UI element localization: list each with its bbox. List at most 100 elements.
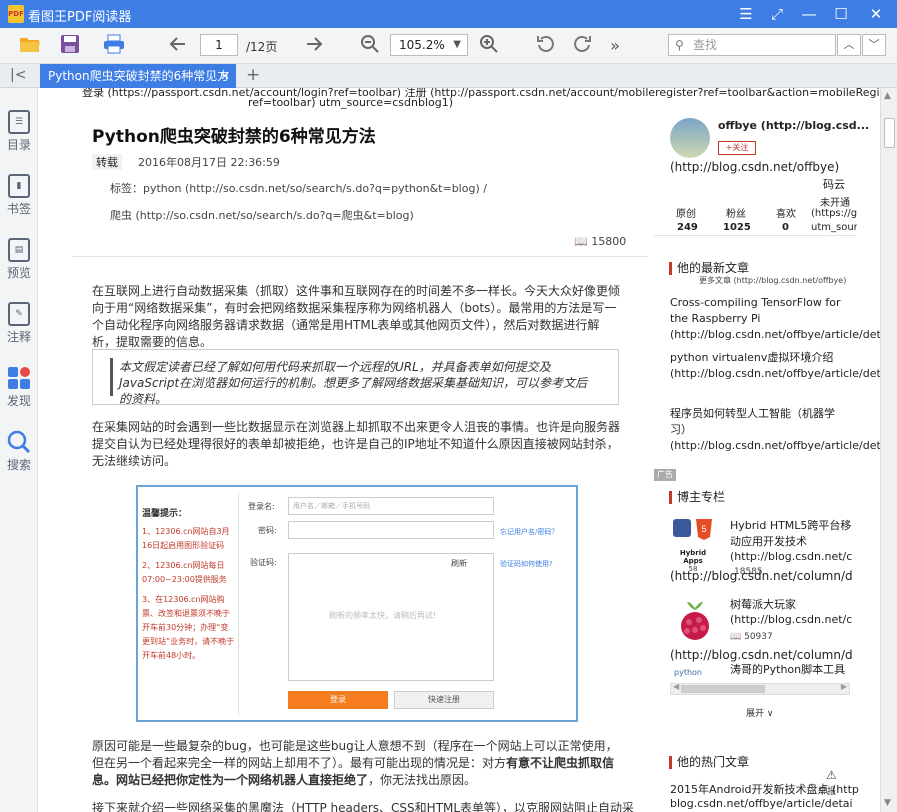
tip-item: 2、12306.cn网站每日07:00~23:00提供服务 xyxy=(142,561,227,584)
scroll-thumb[interactable] xyxy=(681,685,765,693)
column-title[interactable]: 树莓派大玩家 xyxy=(730,597,852,613)
hot-articles-heading: 他的热门文章 xyxy=(669,756,749,769)
sidebar-item-bookmark[interactable]: ▮ 书签 xyxy=(0,168,38,224)
sidebar-item-label: 目录 xyxy=(6,138,31,152)
scroll-right-icon[interactable]: ▶ xyxy=(841,682,847,691)
horizontal-scrollbar[interactable]: ◀ ▶ xyxy=(670,682,850,695)
zoom-out-icon[interactable] xyxy=(358,34,382,58)
book-icon: 📖 xyxy=(730,632,742,642)
latest-article-link[interactable]: Cross-compiling TensorFlow for the Raspb… xyxy=(670,295,880,343)
codecloud-label: 码云 xyxy=(823,178,845,191)
tab-document[interactable]: Python爬虫突破封禁的6种常见方 ✕ xyxy=(40,64,236,88)
more-articles-link[interactable]: 更多文章 (http://blog.csdn.net/offbye) xyxy=(699,275,846,286)
column-link[interactable]: (http://blog.csdn.net/column/deta xyxy=(670,568,852,584)
sidebar-item-annotation[interactable]: ✎ 注释 xyxy=(0,296,38,352)
hybrid-apps-icon[interactable]: 5 Hybrid Apps 58 xyxy=(670,517,716,573)
blockquote: 本文假定读者已经了解如何用代码来抓取一个远程的URL，并具备表单如何提交及Jav… xyxy=(92,349,619,406)
maximize-button[interactable]: ☐ xyxy=(831,4,851,24)
tip-item: 1、12306.cn网站自3月16日起启用图形验证码 xyxy=(142,527,230,550)
quote-bar xyxy=(110,358,113,396)
hot-article-link[interactable]: blog.csdn.net/offbye/article/details/50 xyxy=(670,796,852,812)
python-logo-icon[interactable]: python xyxy=(674,665,702,681)
tags-line[interactable]: 爬虫 (http://so.csdn.net/so/search/s.do?q=… xyxy=(110,207,414,223)
not-open-link[interactable]: utm_sourc xyxy=(811,222,857,233)
preview-icon: ▤ xyxy=(8,238,30,262)
expand-icon[interactable]: ⤢ xyxy=(767,4,787,24)
new-tab-icon[interactable]: + xyxy=(246,65,260,85)
rotate-right-icon[interactable] xyxy=(570,34,594,58)
stat-value: 0 xyxy=(782,222,789,233)
latest-article-link[interactable]: 程序员如何转型人工智能（机器学习）(http://blog.csdn.net/o… xyxy=(670,406,880,454)
scroll-thumb[interactable] xyxy=(884,118,895,148)
captcha-label: 验证码: xyxy=(250,558,277,567)
save-icon[interactable] xyxy=(58,34,82,58)
forgot-link: 忘记用户名/密码？ xyxy=(500,528,559,536)
toolbar: 1 /12页 105.2% ▼ » ⚲ 查找 ︿ ﹀ xyxy=(0,28,897,64)
more-tools-icon[interactable]: » xyxy=(603,34,627,58)
scroll-down-icon[interactable]: ▼ xyxy=(884,798,891,808)
stat-value: 249 xyxy=(677,222,698,233)
author-name[interactable]: offbye (http://blog.csd... xyxy=(718,119,869,132)
tags-line[interactable]: 标签：python (http://so.csdn.net/so/search/… xyxy=(110,180,487,196)
sidebar-item-search[interactable]: 搜索 xyxy=(0,424,38,480)
latest-article-link[interactable]: python virtualenv虚拟环境介绍 (http://blog.csd… xyxy=(670,350,880,382)
zoom-select[interactable]: 105.2% ▼ xyxy=(390,34,468,56)
column-image-label: Hybrid Apps xyxy=(679,549,707,565)
columns-heading: 博主专栏 xyxy=(669,491,725,504)
follow-button[interactable]: +关注 xyxy=(718,141,756,155)
ad-badge: 广告 xyxy=(654,469,676,481)
captcha-message: 刷新的频率太快，请稍后再试! xyxy=(329,611,437,620)
search-next-button[interactable]: ﹀ xyxy=(862,34,886,56)
login-links[interactable]: 登录 (https://passport.csdn.net/account/lo… xyxy=(82,88,880,100)
username-label: 登录名: xyxy=(248,502,275,511)
not-open-link[interactable]: (https://gi xyxy=(811,208,857,219)
raspberry-pi-icon[interactable] xyxy=(672,598,718,642)
stat-value: 1025 xyxy=(723,222,751,233)
latest-articles-heading: 他的最新文章 xyxy=(669,262,749,275)
zoom-in-icon[interactable] xyxy=(477,34,501,58)
register-button: 快速注册 xyxy=(394,691,494,709)
sidebar-item-toc[interactable]: ☰ 目录 xyxy=(0,104,38,160)
report-button[interactable]: 举报 xyxy=(818,784,836,797)
toc-icon: ☰ xyxy=(8,110,30,134)
book-icon: 📖 xyxy=(574,235,588,248)
sidebar-item-preview[interactable]: ▤ 预览 xyxy=(0,232,38,288)
sidebar-item-discover[interactable]: 发现 xyxy=(0,360,38,416)
username-field: 用户名／邮箱／手机号码 xyxy=(288,497,494,515)
close-tab-icon[interactable]: ✕ xyxy=(220,64,230,88)
arrow-right-icon[interactable] xyxy=(302,34,326,58)
paragraph: 接下来就介绍一些网络采集的黑魔法（HTTP headers、CSS和HTML表单… xyxy=(92,801,635,812)
collapse-sidebar-icon[interactable]: |< xyxy=(10,67,26,83)
warning-icon[interactable]: ⚠ xyxy=(826,768,837,782)
repost-badge: 转载 xyxy=(92,154,122,170)
search-placeholder: 查找 xyxy=(693,38,718,52)
search-input[interactable]: ⚲ 查找 xyxy=(668,34,836,56)
vertical-scrollbar[interactable]: ▲ ▼ xyxy=(880,88,897,812)
scroll-left-icon[interactable]: ◀ xyxy=(673,682,679,691)
sidebar-item-label: 预览 xyxy=(6,266,31,280)
login-links-wrap: ref=toolbar) utm_source=csdnblog1) xyxy=(248,96,454,109)
close-button[interactable]: ✕ xyxy=(866,4,886,24)
minimize-button[interactable]: — xyxy=(799,4,819,24)
column-link[interactable]: (http://blog.csdn.net/colu xyxy=(730,549,852,565)
folder-open-icon[interactable] xyxy=(18,34,42,58)
article-title: Python爬虫突破封禁的6种常见方法 xyxy=(92,127,376,147)
page-number-input[interactable]: 1 xyxy=(200,34,238,56)
tips-panel: 温馨提示： 1、12306.cn网站自3月16日起启用图形验证码 2、12306… xyxy=(142,507,236,663)
print-icon[interactable] xyxy=(102,34,126,58)
expand-button[interactable]: 展开 ∨ xyxy=(746,706,773,719)
rotate-left-icon[interactable] xyxy=(534,34,558,58)
scroll-up-icon[interactable]: ▲ xyxy=(884,91,891,101)
tips-title: 温馨提示： xyxy=(142,509,188,519)
column-title[interactable]: Hybrid HTML5跨平台移动应用开发技术 xyxy=(730,518,852,550)
menu-icon[interactable]: ☰ xyxy=(736,4,756,24)
arrow-left-icon[interactable] xyxy=(166,34,190,58)
author-link[interactable]: (http://blog.csdn.net/offbye) xyxy=(670,160,839,174)
column-link[interactable]: (http://blog.csdn.net/colu xyxy=(730,612,852,628)
paragraph: 原因可能是一些最复杂的bug，也可能是这些bug让人意想不到（程序在一个网站上可… xyxy=(92,739,618,787)
column-title[interactable]: 涛哥的Python脚本工具箱 xyxy=(730,662,852,676)
search-prev-button[interactable]: ︿ xyxy=(837,34,861,56)
column-link[interactable]: (http://blog.csdn.net/column/deta xyxy=(670,647,852,663)
document-view: 登录 (https://passport.csdn.net/account/lo… xyxy=(40,88,880,812)
avatar[interactable] xyxy=(670,118,710,158)
